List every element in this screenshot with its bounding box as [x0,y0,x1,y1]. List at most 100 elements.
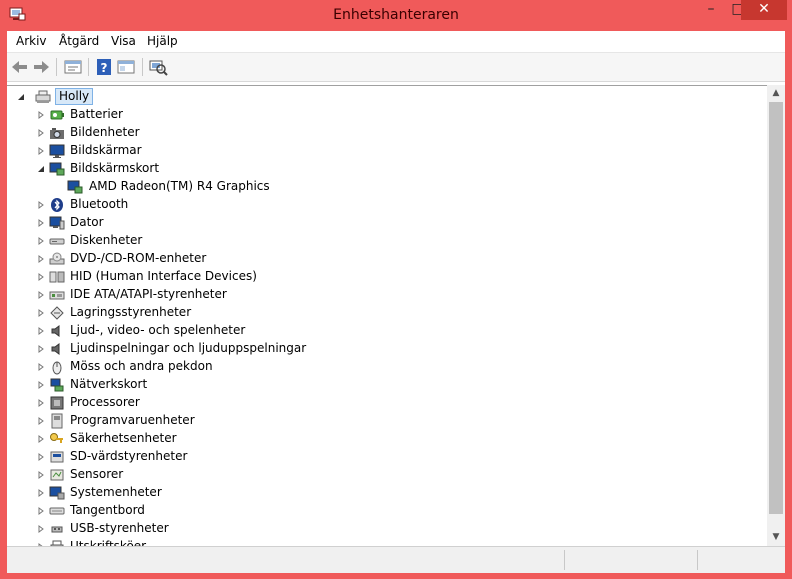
tree-category-node[interactable]: Ljudinspelningar och ljuduppspelningar [37,340,437,358]
collapsed-arrow-icon[interactable] [37,201,45,209]
tree-node-label: Ljud-, video- och spelenheter [70,323,246,337]
close-button[interactable]: ✕ [741,0,787,20]
tree-category-node[interactable]: USB-styrenheter [37,520,437,538]
storage-controller-icon [50,306,64,320]
display-adapter-icon [67,180,83,194]
collapsed-arrow-icon[interactable] [37,255,45,263]
disk-drive-icon [49,238,65,245]
collapsed-arrow-icon[interactable] [37,525,45,533]
collapsed-arrow-icon[interactable] [37,291,45,299]
mouse-icon [52,361,62,375]
tree-category-node[interactable]: IDE ATA/ATAPI-styrenheter [37,286,437,304]
tree-node-label: USB-styrenheter [70,521,169,535]
tree-category-node[interactable]: Bildskärmar [37,142,437,160]
monitor-icon [49,144,65,158]
collapsed-arrow-icon[interactable] [37,435,45,443]
speaker-icon [51,343,60,355]
tree-category-node[interactable]: Programvaruenheter [37,412,437,430]
hid-icon [49,271,65,283]
collapsed-arrow-icon[interactable] [37,237,45,245]
menu-visa[interactable]: Visa [111,34,136,48]
system-device-icon [49,486,65,500]
collapsed-arrow-icon[interactable] [37,507,45,515]
show-hide-console-tree-icon[interactable] [116,58,136,76]
collapsed-arrow-icon[interactable] [37,363,45,371]
menu-arkiv[interactable]: Arkiv [16,34,47,48]
tree-category-node[interactable]: Systemenheter [37,484,437,502]
vertical-scrollbar[interactable]: ▲ ▼ [767,85,785,546]
tree-category-node[interactable]: Dator [37,214,437,232]
client-area: Arkiv Åtgärd Visa Hjälp ? Holly Batterie… [7,31,785,573]
scroll-down-button[interactable]: ▼ [767,529,785,546]
device-manager-window: Enhetshanteraren – □ ✕ Arkiv Åtgärd Visa… [0,0,792,579]
tree-category-node[interactable]: Processorer [37,394,437,412]
scroll-up-button[interactable]: ▲ [767,85,785,102]
back-arrow-icon[interactable] [10,58,30,76]
svg-text:?: ? [101,61,108,75]
tree-category-node[interactable]: Bluetooth [37,196,437,214]
collapsed-arrow-icon[interactable] [37,471,45,479]
window-title: Enhetshanteraren [333,7,459,23]
tree-category-node[interactable]: Bildenheter [37,124,437,142]
software-device-icon [51,413,63,429]
expanded-arrow-icon[interactable] [17,93,25,101]
tree-category-node[interactable]: Lagringsstyrenheter [37,304,437,322]
tree-node-label: Tangentbord [70,503,145,517]
collapsed-arrow-icon[interactable] [37,345,45,353]
device-tree[interactable]: Holly Batterier Bildenheter Bildskärmar Bil… [7,85,767,547]
menu-hjalp[interactable]: Hjälp [147,34,178,48]
collapsed-arrow-icon[interactable] [37,219,45,227]
status-bar [7,546,785,573]
collapsed-arrow-icon[interactable] [37,399,45,407]
expanded-arrow-icon[interactable] [37,165,45,173]
scan-hardware-icon[interactable] [148,58,168,76]
toolbar-separator [56,58,57,76]
status-divider [564,550,565,570]
tree-category-node[interactable]: Bildskärmskort [37,160,437,178]
collapsed-arrow-icon[interactable] [37,489,45,497]
ide-controller-icon [49,291,65,300]
tree-category-node[interactable]: HID (Human Interface Devices) [37,268,437,286]
tree-category-node[interactable]: Nätverkskort [37,376,437,394]
processor-icon [50,396,64,410]
tree-node-label: Sensorer [70,467,124,481]
collapsed-arrow-icon[interactable] [37,417,45,425]
menu-atgard[interactable]: Åtgärd [59,34,99,48]
tree-node-label: DVD-/CD-ROM-enheter [70,251,207,265]
collapsed-arrow-icon[interactable] [37,381,45,389]
tree-category-node[interactable]: DVD-/CD-ROM-enheter [37,250,437,268]
collapsed-arrow-icon[interactable] [37,129,45,137]
tree-category-node[interactable]: Tangentbord [37,502,437,520]
scroll-thumb[interactable] [769,102,783,514]
tree-node-label: Bluetooth [70,197,129,211]
forward-arrow-icon[interactable] [31,58,51,76]
collapsed-arrow-icon[interactable] [37,273,45,281]
toolbar-separator [142,58,143,76]
tree-category-node[interactable]: Möss och andra pekdon [37,358,437,376]
collapsed-arrow-icon[interactable] [37,309,45,317]
tree-node-label: SD-värdstyrenheter [70,449,188,463]
collapsed-arrow-icon[interactable] [37,327,45,335]
bluetooth-icon [51,198,63,212]
tree-node-label: Holly [59,89,90,103]
tree-node-label: Batterier [70,107,123,121]
tree-node-label: Ljudinspelningar och ljuduppspelningar [70,341,307,355]
tree-category-node[interactable]: Säkerhetsenheter [37,430,437,448]
properties-icon[interactable] [63,58,83,76]
tree-node-label: Dator [70,215,104,229]
title-bar[interactable]: Enhetshanteraren – □ ✕ [0,0,792,31]
tree-category-node[interactable]: Diskenheter [37,232,437,250]
tree-category-node[interactable]: SD-värdstyrenheter [37,448,437,466]
tree-category-node[interactable]: Sensorer [37,466,437,484]
tree-node-label: IDE ATA/ATAPI-styrenheter [70,287,227,301]
help-icon[interactable]: ? [94,58,114,76]
tree-category-node[interactable]: Ljud-, video- och spelenheter [37,322,437,340]
network-adapter-icon [50,378,64,392]
tree-child-node[interactable]: AMD Radeon(TM) R4 Graphics [57,178,457,196]
tree-node-root[interactable]: Holly [17,88,97,106]
collapsed-arrow-icon[interactable] [37,111,45,119]
collapsed-arrow-icon[interactable] [37,453,45,461]
minimize-button[interactable]: – [697,0,725,20]
tree-category-node[interactable]: Batterier [37,106,437,124]
collapsed-arrow-icon[interactable] [37,147,45,155]
